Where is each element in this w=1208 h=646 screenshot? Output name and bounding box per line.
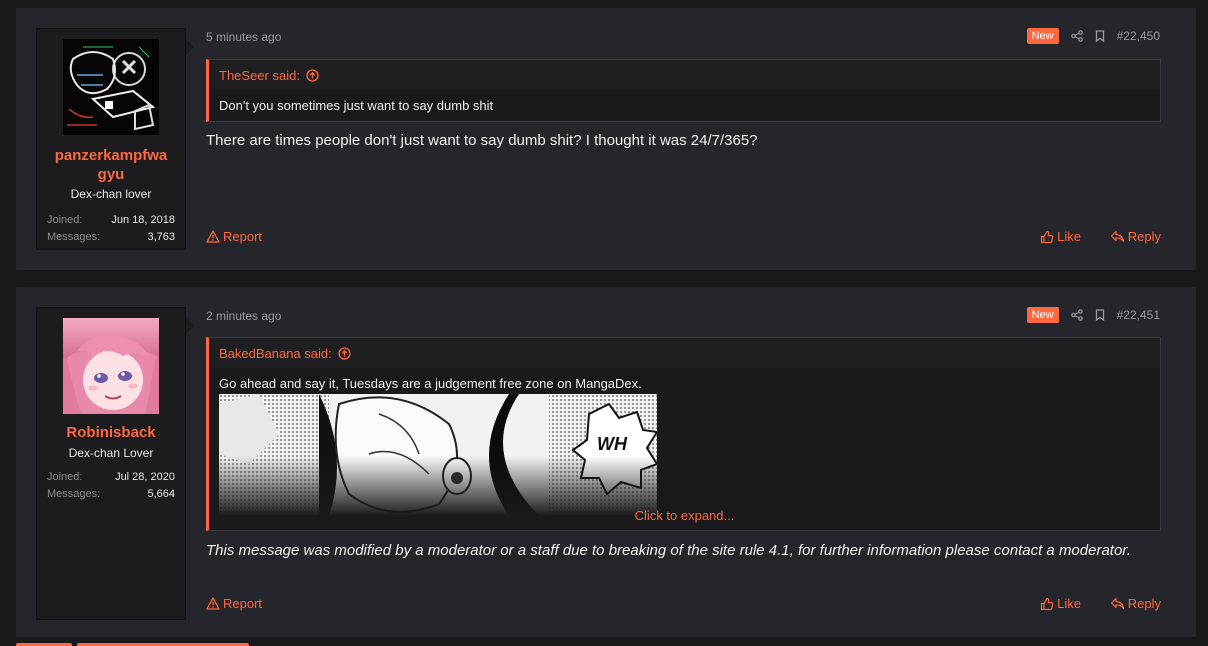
reply-button[interactable]: Reply xyxy=(1110,596,1161,611)
arrow-up-circle-icon[interactable] xyxy=(306,68,319,82)
thumbs-up-icon xyxy=(1040,597,1054,611)
post-number[interactable]: #22,450 xyxy=(1117,29,1160,43)
joined-label: Joined: xyxy=(47,471,83,483)
joined-value: Jul 28, 2020 xyxy=(115,471,175,483)
quote-header[interactable]: BakedBanana said: xyxy=(209,338,1160,368)
joined-value: Jun 18, 2018 xyxy=(111,214,175,226)
user-stats: Joined: Jul 28, 2020 Messages: 5,664 xyxy=(47,469,175,503)
messages-value: 5,664 xyxy=(147,488,175,500)
thumbs-up-icon xyxy=(1040,230,1054,244)
reply-icon xyxy=(1110,597,1125,610)
stat-messages: Messages: 5,664 xyxy=(47,486,175,503)
bookmark-icon[interactable] xyxy=(1095,309,1105,321)
quote-header[interactable]: TheSeer said: xyxy=(209,60,1160,90)
report-button[interactable]: Report xyxy=(206,596,262,611)
post-header: 5 minutes ago New #22,450 xyxy=(206,28,1160,46)
message-body: There are times people don't just want t… xyxy=(206,132,758,149)
like-button[interactable]: Like xyxy=(1040,229,1081,244)
messages-label: Messages: xyxy=(47,231,101,243)
share-icon[interactable] xyxy=(1070,309,1083,321)
joined-label: Joined: xyxy=(47,214,83,226)
arrow-up-circle-icon[interactable] xyxy=(338,346,351,360)
messages-label: Messages: xyxy=(47,488,101,500)
quote-text: Don't you sometimes just want to say dum… xyxy=(219,98,494,113)
quote-fade xyxy=(219,456,657,516)
like-label: Like xyxy=(1057,229,1081,244)
moderator-message: This message was modified by a moderator… xyxy=(206,542,1131,559)
post-number[interactable]: #22,451 xyxy=(1117,308,1160,322)
username-line-1[interactable]: panzerkampfwa xyxy=(37,146,185,165)
avatar[interactable] xyxy=(63,318,159,414)
post-22450: panzerkampfwa gyu Dex-chan lover Joined:… xyxy=(16,8,1196,270)
post-22451: Robinisback Dex-chan Lover Joined: Jul 2… xyxy=(16,287,1196,637)
reply-label: Reply xyxy=(1127,596,1161,611)
user-title: Dex-chan Lover xyxy=(68,446,154,460)
user-title: Dex-chan lover xyxy=(70,187,152,201)
warning-icon xyxy=(206,230,220,243)
post-header-actions: New #22,450 xyxy=(1026,28,1160,44)
user-info-panel: panzerkampfwa gyu Dex-chan lover Joined:… xyxy=(36,28,194,250)
manga-panel-image[interactable]: WH xyxy=(219,394,657,516)
like-label: Like xyxy=(1057,596,1081,611)
avatar[interactable] xyxy=(63,39,159,135)
post-time[interactable]: 2 minutes ago xyxy=(206,309,281,323)
reply-icon xyxy=(1110,230,1125,243)
warning-icon xyxy=(206,597,220,610)
username[interactable]: panzerkampfwa gyu xyxy=(37,146,185,184)
click-to-expand-link[interactable]: Click to expand... xyxy=(209,508,1160,523)
username-line-2[interactable]: gyu xyxy=(37,165,185,184)
new-badge: New xyxy=(1026,28,1059,44)
stat-joined: Joined: Jul 28, 2020 xyxy=(47,469,175,486)
bookmark-icon[interactable] xyxy=(1095,30,1105,42)
like-button[interactable]: Like xyxy=(1040,596,1081,611)
reply-label: Reply xyxy=(1127,229,1161,244)
quote-author[interactable]: BakedBanana said: xyxy=(219,346,332,361)
post-header: 2 minutes ago New #22,451 xyxy=(206,307,1160,325)
report-label: Report xyxy=(223,229,263,244)
share-icon[interactable] xyxy=(1070,30,1083,42)
report-label: Report xyxy=(223,596,263,611)
quote-block: BakedBanana said: Go ahead and say it, T… xyxy=(206,337,1161,531)
reply-button[interactable]: Reply xyxy=(1110,229,1161,244)
username[interactable]: Robinisback xyxy=(37,423,185,442)
post-header-actions: New #22,451 xyxy=(1026,307,1160,323)
quote-block: TheSeer said: Don't you sometimes just w… xyxy=(206,59,1161,122)
stat-joined: Joined: Jun 18, 2018 xyxy=(47,212,175,229)
quote-author[interactable]: TheSeer said: xyxy=(219,68,300,83)
manga-sfx-text: WH xyxy=(597,434,628,454)
post-time[interactable]: 5 minutes ago xyxy=(206,30,281,44)
post-footer: Report Like Reply xyxy=(206,229,1161,247)
user-info-panel: Robinisback Dex-chan Lover Joined: Jul 2… xyxy=(36,307,194,620)
stat-messages: Messages: 3,763 xyxy=(47,229,175,246)
messages-value: 3,763 xyxy=(147,231,175,243)
user-stats: Joined: Jun 18, 2018 Messages: 3,763 xyxy=(47,212,175,246)
post-footer: Report Like Reply xyxy=(206,596,1161,614)
new-badge: New xyxy=(1026,307,1059,323)
report-button[interactable]: Report xyxy=(206,229,262,244)
